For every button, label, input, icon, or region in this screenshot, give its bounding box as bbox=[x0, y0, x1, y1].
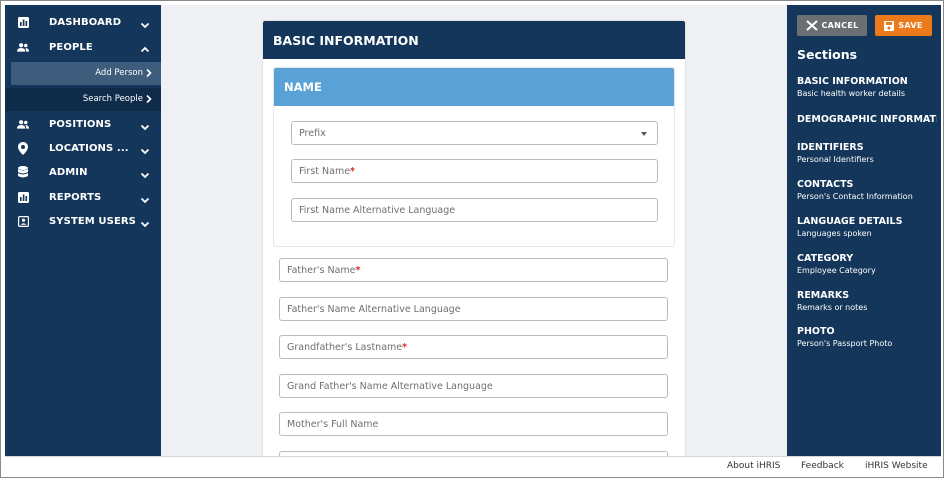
sidebar-item-system-users[interactable]: SYSTEM USERS bbox=[5, 209, 161, 233]
chevron-right-icon bbox=[145, 94, 153, 104]
left-sidebar: DASHBOARD PEOPLE Add Person Search Peopl… bbox=[5, 5, 161, 456]
required-mark: * bbox=[350, 166, 356, 177]
section-title: IDENTIFIERS bbox=[797, 142, 864, 153]
chevron-down-icon bbox=[139, 118, 151, 131]
chevron-down-icon bbox=[139, 16, 151, 29]
sidebar-item-label: POSITIONS bbox=[49, 118, 112, 130]
first-name-alt-placeholder: First Name Alternative Language bbox=[299, 205, 456, 216]
chart-icon bbox=[17, 191, 29, 203]
section-link-language-details[interactable]: LANGUAGE DETAILS Languages spoken bbox=[797, 216, 937, 238]
basic-information-card: BASIC INFORMATION NAME Prefix First Name… bbox=[263, 21, 685, 456]
subcard-title: NAME bbox=[274, 68, 674, 106]
section-title: DEMOGRAPHIC INFORMATIC bbox=[797, 114, 937, 125]
chevron-down-icon bbox=[139, 191, 151, 204]
grandfathers-lastname-placeholder: Grandfather's Lastname bbox=[287, 342, 403, 353]
chevron-down-icon bbox=[139, 166, 151, 179]
section-link-identifiers[interactable]: IDENTIFIERS Personal Identifiers bbox=[797, 142, 937, 164]
sidebar-item-admin[interactable]: ADMIN bbox=[5, 160, 161, 184]
cancel-button[interactable]: CANCEL bbox=[797, 15, 867, 36]
people-icon bbox=[17, 118, 29, 130]
section-title: BASIC INFORMATION bbox=[797, 76, 908, 87]
fathers-name-alt-placeholder: Father's Name Alternative Language bbox=[287, 304, 461, 315]
section-desc: Person's Passport Photo bbox=[797, 339, 893, 348]
sidebar-item-label: LOCATIONS ... bbox=[49, 142, 129, 154]
save-icon bbox=[884, 20, 895, 31]
section-desc: Employee Category bbox=[797, 266, 876, 275]
prefix-select[interactable]: Prefix bbox=[291, 121, 658, 145]
section-desc: Person's Contact Information bbox=[797, 192, 913, 201]
sidebar-item-people[interactable]: PEOPLE bbox=[5, 35, 161, 59]
fathers-name-placeholder: Father's Name bbox=[287, 265, 356, 276]
section-link-remarks[interactable]: REMARKS Remarks or notes bbox=[797, 290, 937, 312]
cancel-label: CANCEL bbox=[821, 21, 859, 30]
sections-title: Sections bbox=[797, 47, 858, 62]
cancel-icon bbox=[805, 20, 818, 31]
sidebar-item-label: SYSTEM USERS bbox=[49, 215, 136, 227]
chevron-right-icon bbox=[145, 68, 153, 78]
chevron-down-icon bbox=[139, 215, 151, 228]
section-link-contacts[interactable]: CONTACTS Person's Contact Information bbox=[797, 179, 937, 201]
required-mark: * bbox=[355, 265, 361, 276]
mothers-full-name-placeholder: Mother's Full Name bbox=[287, 419, 379, 430]
section-title: PHOTO bbox=[797, 326, 835, 337]
dropdown-caret-icon bbox=[641, 132, 647, 136]
section-link-demographic-information[interactable]: DEMOGRAPHIC INFORMATIC bbox=[797, 114, 937, 125]
fathers-name-alt-field[interactable]: Father's Name Alternative Language bbox=[279, 297, 668, 321]
sidebar-item-positions[interactable]: POSITIONS bbox=[5, 112, 161, 136]
sidebar-item-label: DASHBOARD bbox=[49, 16, 122, 28]
name-subcard: NAME Prefix First Name* First Name Alter… bbox=[273, 67, 675, 247]
section-desc: Remarks or notes bbox=[797, 303, 868, 312]
chevron-up-icon bbox=[139, 41, 151, 53]
sidebar-item-label: PEOPLE bbox=[49, 41, 93, 53]
section-desc: Personal Identifiers bbox=[797, 155, 874, 164]
sidebar-subitem-label: Search People bbox=[82, 94, 143, 104]
main-content: BASIC INFORMATION NAME Prefix First Name… bbox=[161, 5, 787, 456]
prefix-placeholder: Prefix bbox=[299, 128, 326, 139]
section-title: LANGUAGE DETAILS bbox=[797, 216, 903, 227]
sections-panel: CANCEL SAVE Sections BASIC INFORMATION B… bbox=[787, 5, 941, 456]
sidebar-item-dashboard[interactable]: DASHBOARD bbox=[5, 10, 161, 34]
save-label: SAVE bbox=[898, 21, 923, 30]
sidebar-subitem-label: Add Person bbox=[95, 68, 143, 78]
card-title: BASIC INFORMATION bbox=[263, 21, 685, 59]
chart-icon bbox=[17, 16, 29, 28]
database-icon bbox=[17, 166, 29, 178]
sidebar-item-locations[interactable]: LOCATIONS ... bbox=[5, 136, 161, 160]
app-window: DASHBOARD PEOPLE Add Person Search Peopl… bbox=[0, 0, 944, 478]
grandfathers-lastname-field[interactable]: Grandfather's Lastname* bbox=[279, 335, 668, 359]
feedback-link[interactable]: Feedback bbox=[801, 461, 844, 471]
website-link[interactable]: iHRIS Website bbox=[865, 461, 928, 471]
id-card-icon bbox=[17, 215, 29, 227]
grandfathers-name-alt-placeholder: Grand Father's Name Alternative Language bbox=[287, 381, 493, 392]
section-desc: Basic health worker details bbox=[797, 89, 906, 98]
section-link-category[interactable]: CATEGORY Employee Category bbox=[797, 253, 937, 275]
first-name-alt-field[interactable]: First Name Alternative Language bbox=[291, 198, 658, 222]
about-link[interactable]: About iHRIS bbox=[727, 461, 780, 471]
sidebar-item-label: REPORTS bbox=[49, 191, 102, 203]
first-name-field[interactable]: First Name* bbox=[291, 159, 658, 183]
section-desc: Languages spoken bbox=[797, 229, 872, 238]
save-button[interactable]: SAVE bbox=[875, 15, 932, 36]
first-name-placeholder: First Name bbox=[299, 166, 351, 177]
sidebar-item-label: ADMIN bbox=[49, 166, 88, 178]
fathers-name-field[interactable]: Father's Name* bbox=[279, 258, 668, 282]
chevron-down-icon bbox=[139, 142, 151, 155]
footer: About iHRIS Feedback iHRIS Website bbox=[5, 456, 941, 475]
section-title: REMARKS bbox=[797, 290, 850, 301]
grandfathers-name-alt-field[interactable]: Grand Father's Name Alternative Language bbox=[279, 374, 668, 398]
required-mark: * bbox=[402, 342, 408, 353]
section-title: CONTACTS bbox=[797, 179, 854, 190]
section-title: CATEGORY bbox=[797, 253, 854, 264]
sidebar-item-reports[interactable]: REPORTS bbox=[5, 185, 161, 209]
people-icon bbox=[17, 41, 29, 53]
location-pin-icon bbox=[17, 141, 29, 155]
mothers-full-name-field[interactable]: Mother's Full Name bbox=[279, 412, 668, 436]
section-link-basic-information[interactable]: BASIC INFORMATION Basic health worker de… bbox=[797, 76, 937, 98]
section-link-photo[interactable]: PHOTO Person's Passport Photo bbox=[797, 326, 937, 348]
sidebar-subitem-add-person[interactable]: Add Person bbox=[11, 62, 161, 85]
sidebar-subitem-search-people[interactable]: Search People bbox=[5, 88, 161, 111]
